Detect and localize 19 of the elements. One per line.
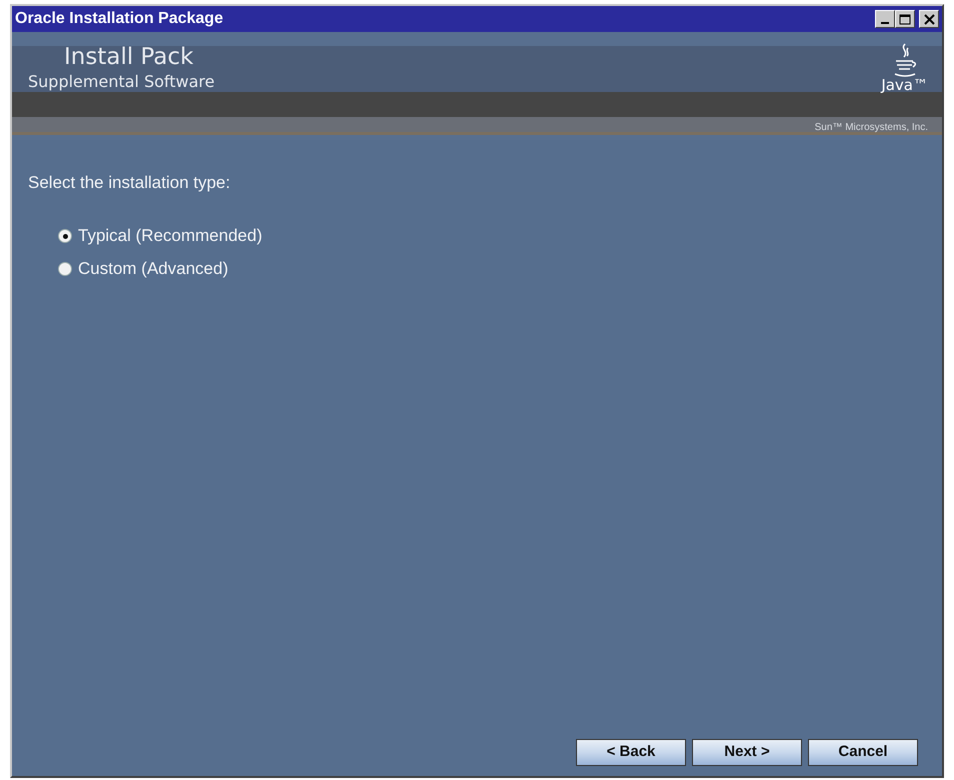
header-subtitle: Supplemental Software <box>28 71 215 93</box>
logo-text: Java™ <box>881 78 928 93</box>
option-label[interactable]: Typical (Recommended) <box>78 223 262 249</box>
maximize-button[interactable] <box>895 10 915 28</box>
wizard-button[interactable]: Cancel <box>808 739 918 766</box>
vendor-text: Sun™ Microsystems, Inc. <box>814 121 928 135</box>
maximize-icon <box>899 14 911 24</box>
minimize-icon <box>881 22 889 24</box>
radio-button[interactable] <box>58 262 72 276</box>
wizard-button[interactable]: < Back <box>576 739 686 766</box>
window-title: Oracle Installation Package <box>15 9 224 29</box>
close-icon <box>924 14 934 24</box>
wizard-button[interactable]: Next > <box>692 739 802 766</box>
prompt-text: Select the installation type: <box>28 172 232 194</box>
radio-button[interactable] <box>58 229 72 243</box>
header-title: Install Pack <box>64 43 194 72</box>
close-button[interactable] <box>919 10 939 28</box>
minimize-button[interactable] <box>875 10 895 28</box>
option-label[interactable]: Custom (Advanced) <box>78 256 228 282</box>
